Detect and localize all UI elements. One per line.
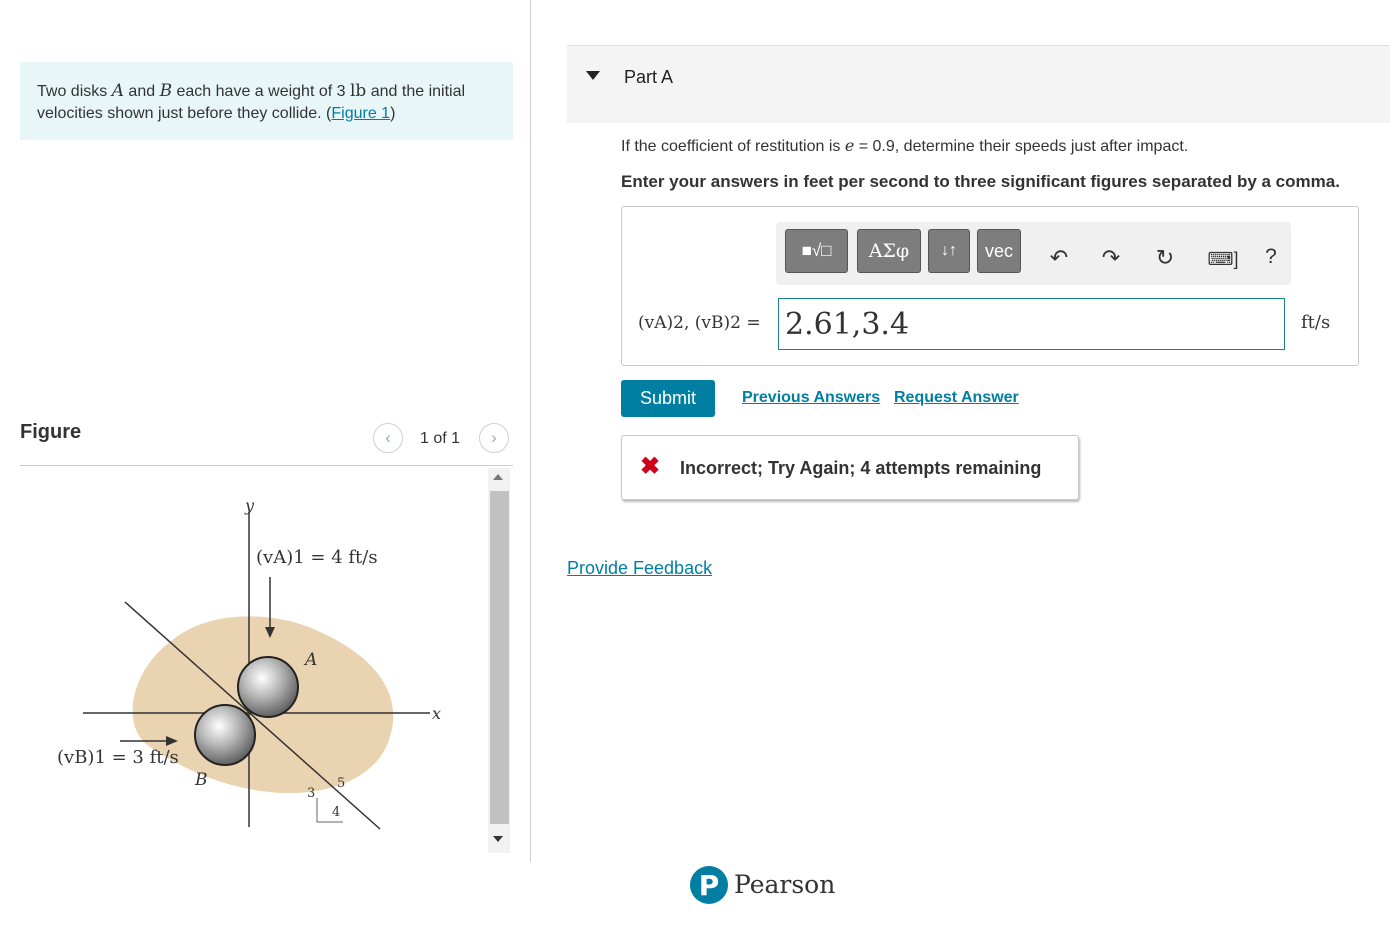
- question-text: If the coefficient of restitution is e =…: [621, 136, 1188, 156]
- help-button[interactable]: ?: [1256, 245, 1286, 269]
- collapse-triangle-icon[interactable]: [586, 71, 600, 80]
- disk-a-label: A: [303, 650, 317, 670]
- previous-answers-link[interactable]: Previous Answers: [742, 389, 880, 407]
- undo-icon[interactable]: ↶: [1044, 245, 1074, 271]
- answer-input[interactable]: 2.61,3.4: [778, 298, 1285, 350]
- templates-button[interactable]: ■√□: [785, 229, 848, 273]
- triangle-4-label: 4: [332, 805, 340, 820]
- scroll-down-icon[interactable]: [493, 836, 503, 842]
- problem-statement: Two disks A and B each have a weight of …: [20, 62, 513, 140]
- problem-text: and: [123, 83, 160, 100]
- error-x-icon: ✖: [640, 453, 661, 480]
- question-var: e: [844, 136, 855, 155]
- keyboard-icon[interactable]: ⌨]: [1205, 249, 1241, 270]
- arrows-button[interactable]: ↓↑: [928, 229, 970, 273]
- disk-b: [194, 704, 256, 766]
- var-b: B: [159, 81, 173, 101]
- instruction-text: Enter your answers in feet per second to…: [621, 172, 1340, 191]
- question-text-1: If the coefficient of restitution is: [621, 138, 845, 155]
- disk-a: [237, 656, 299, 718]
- scroll-up-icon[interactable]: [493, 474, 503, 480]
- chevron-right-icon: ›: [491, 428, 497, 447]
- answer-unit: ft/s: [1301, 312, 1331, 333]
- figure-title: Figure: [20, 421, 82, 443]
- feedback-text: Incorrect; Try Again; 4 attempts remaini…: [680, 458, 1042, 478]
- panel-divider: [530, 0, 531, 862]
- provide-feedback-link[interactable]: Provide Feedback: [567, 558, 712, 579]
- var-a: A: [111, 81, 124, 101]
- problem-text: ): [390, 105, 396, 122]
- part-a-label: Part A: [624, 67, 674, 87]
- pearson-logo-icon: P: [690, 866, 728, 904]
- answer-label: (vA)2, (vB)2 =: [638, 313, 761, 333]
- triangle-3-label: 3: [307, 786, 315, 801]
- problem-text: Two disks: [37, 83, 112, 100]
- figure-pager: 1 of 1: [420, 430, 461, 447]
- pearson-brand: Pearson: [734, 870, 836, 899]
- chevron-left-icon: ‹: [385, 428, 391, 447]
- x-axis-label: x: [432, 704, 441, 723]
- prev-figure-button[interactable]: ‹: [373, 423, 403, 453]
- figure-link[interactable]: Figure 1: [331, 105, 390, 122]
- unit-lb: lb: [349, 81, 367, 101]
- va-label: (vA)1 = 4 ft/s: [256, 547, 378, 568]
- vb-label: (vB)1 = 3 ft/s: [57, 747, 179, 768]
- question-text-2: = 0.9, determine their speeds just after…: [854, 138, 1189, 155]
- next-figure-button[interactable]: ›: [479, 423, 509, 453]
- redo-icon[interactable]: ↷: [1096, 245, 1126, 271]
- greek-button[interactable]: ΑΣφ: [857, 229, 921, 273]
- triangle-5-label: 5: [337, 776, 345, 791]
- submit-button[interactable]: Submit: [621, 380, 715, 417]
- collision-figure: y x (vA)1 = 4 ft/s (vB)1 = 3 ft/s A B 3 …: [57, 496, 441, 830]
- reset-icon[interactable]: ↻: [1150, 245, 1180, 271]
- problem-text: each have a weight of 3: [172, 83, 350, 100]
- figure-header-rule: [20, 465, 513, 466]
- y-axis-label: y: [244, 496, 255, 515]
- disk-b-label: B: [194, 770, 208, 790]
- request-answer-link[interactable]: Request Answer: [894, 389, 1019, 407]
- vec-button[interactable]: vec: [977, 229, 1021, 273]
- part-a-header[interactable]: [567, 45, 1390, 123]
- figure-scrollbar-thumb[interactable]: [490, 491, 509, 824]
